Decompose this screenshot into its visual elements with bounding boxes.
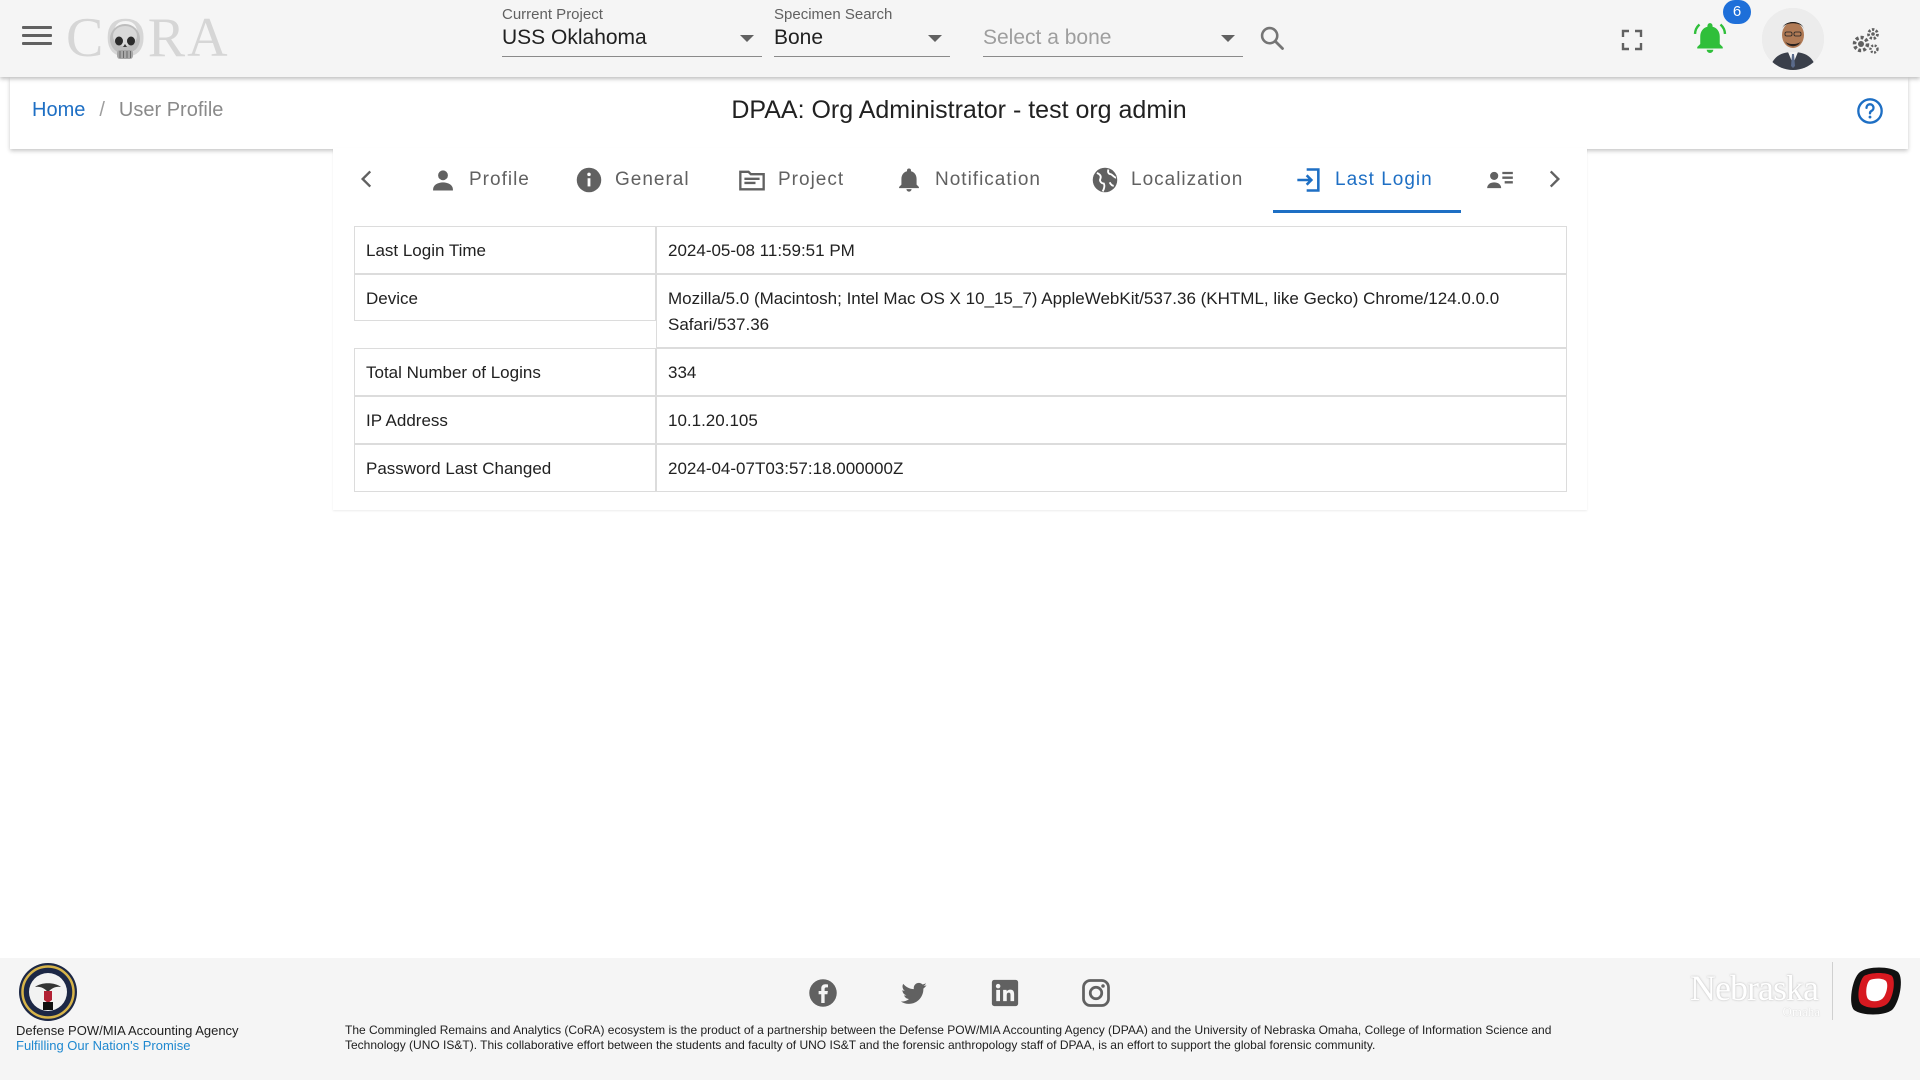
row-value: 10.1.20.105 (656, 396, 1567, 444)
chevron-down-icon (1221, 35, 1235, 42)
row-value: Mozilla/5.0 (Macintosh; Intel Mac OS X 1… (656, 274, 1567, 348)
skull-icon (110, 24, 140, 59)
agency-motto: Fulfilling Our Nation's Promise (16, 1038, 191, 1053)
university-wordmark: Nebraska (1690, 968, 1819, 1008)
globe-icon (1092, 167, 1118, 193)
twitter-icon[interactable] (899, 978, 929, 1008)
title-card: Home / User Profile DPAA: Org Administrato… (10, 77, 1908, 149)
table-row: Last Login Time 2024-05-08 11:59:51 PM (354, 226, 1567, 274)
bone-select[interactable]: Select a bone (983, 0, 1243, 60)
current-project-select[interactable]: Current Project USS Oklahoma (502, 0, 762, 60)
row-value: 334 (656, 348, 1567, 396)
specimen-search-value: Bone (774, 26, 824, 49)
row-value: 2024-05-08 11:59:51 PM (656, 226, 1567, 274)
current-project-label: Current Project (502, 6, 603, 23)
logo-text: CORA (66, 7, 230, 69)
profile-tabs: Profile General Project Notification Loc… (333, 154, 1587, 213)
tab-profile[interactable]: Profile (423, 154, 536, 206)
logo-divider (1832, 962, 1833, 1020)
avatar[interactable] (1762, 8, 1824, 70)
notification-count-badge: 6 (1723, 0, 1751, 24)
bone-select-placeholder: Select a bone (983, 26, 1112, 49)
hamburger-icon[interactable] (22, 26, 52, 50)
row-label: Last Login Time (354, 226, 656, 274)
facebook-icon[interactable] (808, 978, 838, 1008)
person-icon (433, 170, 453, 191)
footer-description: The Commingled Remains and Analytics (Co… (345, 1023, 1552, 1052)
table-row: Total Number of Logins 334 (354, 348, 1567, 396)
linkedin-icon[interactable] (990, 978, 1020, 1008)
uno-o-logo[interactable] (1846, 964, 1904, 1018)
bell-icon (1693, 23, 1727, 53)
chevron-down-icon (740, 35, 754, 42)
social-links (808, 978, 1111, 1008)
help-icon[interactable] (1856, 97, 1884, 125)
chevron-down-icon (928, 35, 942, 42)
cora-logo[interactable]: CORA (66, 8, 236, 68)
tab-project[interactable]: Project (732, 154, 850, 206)
login-icon (1297, 168, 1320, 192)
specimen-search-label: Specimen Search (774, 6, 893, 23)
university-subtitle: Omaha (1782, 1004, 1820, 1019)
dpaa-seal-logo[interactable] (15, 962, 81, 1022)
contact-list-icon (1487, 171, 1513, 189)
profile-panel: Profile General Project Notification Loc… (333, 148, 1587, 510)
tab-general[interactable]: General (569, 154, 696, 206)
tab-last-login-label: Last Login (1335, 169, 1433, 190)
user-photo (1762, 8, 1824, 70)
app-bar: CORA Current Project USS Oklahoma Specim… (0, 0, 1920, 77)
info-icon (576, 167, 602, 193)
row-value: 2024-04-07T03:57:18.000000Z (656, 444, 1567, 492)
row-label: IP Address (354, 396, 656, 444)
notifications-button[interactable] (1692, 20, 1728, 56)
page-title: DPAA: Org Administrator - test org admin (731, 96, 1187, 124)
settings-gears-icon[interactable] (1850, 26, 1882, 56)
row-label: Total Number of Logins (354, 348, 656, 396)
tab-profile-label: Profile (469, 169, 530, 190)
row-label: Device (354, 274, 656, 321)
tab-project-label: Project (778, 169, 845, 190)
tab-notification[interactable]: Notification (889, 154, 1047, 206)
tab-localization[interactable]: Localization (1085, 154, 1249, 206)
search-icon[interactable] (1258, 24, 1286, 52)
bell-icon (899, 168, 919, 192)
footer: Defense POW/MIA Accounting Agency Fulfil… (0, 958, 1920, 1080)
active-tab-indicator (1273, 210, 1461, 213)
agency-name: Defense POW/MIA Accounting Agency (16, 1023, 239, 1038)
tab-notification-label: Notification (935, 169, 1041, 190)
table-row: Device Mozilla/5.0 (Macintosh; Intel Mac… (354, 274, 1567, 348)
tab-last-login[interactable]: Last Login (1289, 154, 1439, 206)
tabs-scroll-right-icon[interactable] (1541, 166, 1567, 192)
table-row: IP Address 10.1.20.105 (354, 396, 1567, 444)
nebraska-omaha-logo[interactable]: Nebraska Omaha (1690, 968, 1820, 1020)
fullscreen-icon[interactable] (1620, 28, 1644, 52)
row-label: Password Last Changed (354, 444, 656, 492)
folder-icon (739, 170, 765, 191)
tab-contact-list[interactable] (1480, 154, 1520, 206)
instagram-icon[interactable] (1081, 978, 1111, 1008)
tabs-scroll-left-icon[interactable] (354, 166, 380, 192)
tab-localization-label: Localization (1131, 169, 1244, 190)
table-row: Password Last Changed 2024-04-07T03:57:1… (354, 444, 1567, 492)
tab-general-label: General (615, 169, 690, 190)
current-project-value: USS Oklahoma (502, 26, 647, 49)
specimen-search-select[interactable]: Specimen Search Bone (774, 0, 950, 60)
